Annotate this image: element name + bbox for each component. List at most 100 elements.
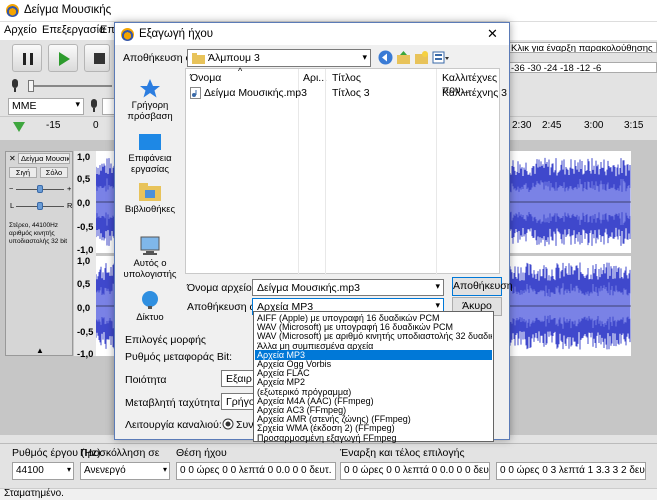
filename-value: Δείγμα Μουσικής.mp3: [257, 282, 360, 294]
audio-file-icon: [190, 87, 201, 99]
audio-position-value: 0 0 ώρες 0 0 λεπτά 0 0.0 0 0 δευτ.: [180, 465, 332, 476]
volume-slider-thumb[interactable]: [28, 80, 34, 92]
chevron-down-icon: ▾: [162, 465, 167, 474]
radio-selected-icon[interactable]: [222, 418, 234, 430]
place-label: Βιβλιοθήκες: [124, 204, 176, 215]
selection-start-value: 0 0 ώρες 0 0 λεπτά 0 0.0 0 0 δευτ.: [344, 465, 490, 476]
play-button[interactable]: [48, 44, 78, 72]
solo-button[interactable]: Σόλο: [40, 167, 68, 178]
meter-toolbar: Κλικ για έναρξη παρακολούθησης -36 -30 -…: [500, 40, 657, 76]
main-window-title: Δείγμα Μουσικής: [24, 4, 112, 16]
snap-to-select[interactable]: Ανενεργό ▾: [80, 462, 170, 480]
star-icon: [140, 79, 160, 98]
mute-button[interactable]: Σιγή: [9, 167, 37, 178]
view-menu-icon[interactable]: [432, 50, 450, 65]
place-libraries[interactable]: Βιβλιοθήκες: [117, 182, 183, 215]
file-title: Τίτλος 3: [332, 87, 370, 99]
snap-to-value: Ανενεργό: [84, 465, 126, 476]
file-list[interactable]: ^ Όνομα Αρι... Τίτλος Καλλιτέχνες που...…: [185, 66, 507, 275]
record-meter[interactable]: Κλικ για έναρξη παρακολούθησης: [508, 42, 657, 53]
close-icon[interactable]: ✕: [9, 154, 16, 163]
waveform-right-channel[interactable]: [494, 256, 631, 356]
stop-button[interactable]: [84, 44, 110, 72]
file-artist: Καλλιτέχνης 3: [442, 87, 508, 99]
save-in-select[interactable]: Άλμπουμ 3 ▾: [187, 49, 371, 67]
y-axis-label: 0,5: [77, 279, 91, 290]
chevron-down-icon: ▾: [435, 281, 440, 291]
waveform-left-channel[interactable]: [494, 151, 631, 253]
solo-label: Σόλο: [45, 168, 63, 177]
variable-speed-select[interactable]: Γρήγορ: [221, 393, 255, 410]
column-header-number[interactable]: Αρι...: [303, 72, 327, 84]
status-text: Σταματημένο.: [4, 488, 64, 499]
transport-toolbar: [0, 40, 115, 76]
up-folder-icon[interactable]: [396, 50, 411, 65]
record-meter-text: Κλικ για έναρξη παρακολούθησης: [511, 43, 653, 53]
column-header-title[interactable]: Τίτλος: [332, 72, 361, 84]
track-name-menu[interactable]: Δείγμα Μουσική: [18, 153, 70, 164]
new-folder-icon[interactable]: [414, 50, 429, 65]
places-bar: Γρήγορη πρόσβαση Επιφάνεια εργασίας Βιβλ…: [117, 68, 183, 330]
place-label: Γρήγορη πρόσβαση: [127, 100, 173, 122]
selection-end-field[interactable]: 0 0 ώρες 0 3 λεπτά 1 3.3 3 2 δευτ.: [496, 462, 646, 480]
volume-slider[interactable]: [28, 85, 112, 87]
network-icon: [142, 291, 158, 309]
audacity-logo-icon: [6, 4, 19, 17]
quality-value: Εξαιρ: [226, 373, 252, 385]
waveform-left-channel[interactable]: [96, 151, 116, 253]
project-rate-select[interactable]: 44100 ▾: [12, 462, 74, 480]
dialog-title-bar: Εξαγωγή ήχου ✕: [115, 23, 509, 45]
waveform: [96, 263, 116, 349]
column-header-name[interactable]: Όνομα: [190, 72, 221, 84]
save-button[interactable]: Αποθήκευση: [452, 277, 513, 296]
track-name: Δείγμα Μουσική: [21, 154, 70, 163]
save-button-label: Αποθήκευση: [453, 280, 513, 292]
timeline-ruler-right[interactable]: 2:30 2:45 3:00 3:15: [500, 117, 657, 138]
audio-host-select[interactable]: MME ▾: [8, 98, 84, 115]
filename-input[interactable]: Δείγμα Μουσικής.mp3 ▾: [252, 279, 444, 296]
audio-position-field[interactable]: 0 0 ώρες 0 0 λεπτά 0 0.0 0 0 δευτ.: [176, 462, 336, 480]
amplitude-ruler: 1,0 0,5 0,0 -0,5 -1,0 1,0 0,5 0,0 -0,5 -…: [74, 151, 96, 360]
menu-edit[interactable]: Επεξεργασία: [42, 24, 105, 36]
ruler-tick-label: 2:30: [512, 120, 532, 131]
pan-slider-thumb[interactable]: [37, 202, 43, 210]
place-label: Δίκτυο: [136, 312, 164, 323]
channel-mode-label: Λειτουργία καναλιού:: [125, 419, 222, 431]
menu-file[interactable]: Αρχείο: [4, 24, 37, 36]
place-quick-access[interactable]: Γρήγορη πρόσβαση: [117, 78, 183, 122]
pan-right-label: R: [67, 201, 73, 210]
snap-to-label: Προσκόλληση σε: [80, 447, 160, 459]
ruler-tick-label: 2:45: [542, 120, 562, 131]
place-network[interactable]: Δίκτυο: [117, 290, 183, 323]
sort-ascending-icon: ^: [238, 66, 243, 76]
y-axis-label: 0,0: [77, 303, 91, 314]
pause-button[interactable]: [12, 44, 42, 72]
ruler-tick-label: -15: [46, 120, 61, 131]
gain-slider-thumb[interactable]: [37, 185, 43, 193]
file-row[interactable]: Δείγμα Μουσικής.mp3 Τίτλος 3 Καλλιτέχνης…: [188, 86, 507, 100]
place-label: Επιφάνεια εργασίας: [128, 153, 172, 175]
collapse-icon[interactable]: ▲: [36, 346, 44, 355]
place-desktop[interactable]: Επιφάνεια εργασίας: [117, 133, 183, 175]
microphone-icon: [12, 79, 18, 92]
ruler-tick-label: 0: [93, 120, 99, 131]
playback-meter[interactable]: -36 -30 -24 -18 -12 -6: [508, 62, 657, 73]
pause-icon: [23, 53, 33, 65]
quality-select[interactable]: Εξαιρ: [221, 370, 255, 387]
selection-start-field[interactable]: 0 0 ώρες 0 0 λεπτά 0 0.0 0 0 δευτ.: [340, 462, 490, 480]
play-head-icon: [13, 122, 25, 132]
back-icon[interactable]: [378, 50, 393, 65]
waveform-right-channel[interactable]: [96, 256, 116, 356]
waveform: [96, 158, 116, 246]
audio-position-label: Θέση ήχου: [176, 447, 227, 459]
filename-label: Όνομα αρχείου:: [187, 282, 261, 294]
place-this-pc[interactable]: Αυτός ο υπολογιστής: [117, 236, 183, 280]
folder-icon: [192, 53, 205, 64]
playback-meter-scale: -36 -30 -24 -18 -12 -6: [511, 63, 602, 73]
library-icon: [139, 183, 161, 201]
format-option[interactable]: Προσαρμοσμένη εξαγωγή FFmpeg: [255, 433, 492, 443]
chevron-down-icon: ▾: [75, 99, 80, 109]
close-icon[interactable]: ✕: [487, 26, 501, 41]
y-axis-label: 1,0: [77, 256, 91, 267]
audacity-logo-icon: [121, 28, 134, 41]
